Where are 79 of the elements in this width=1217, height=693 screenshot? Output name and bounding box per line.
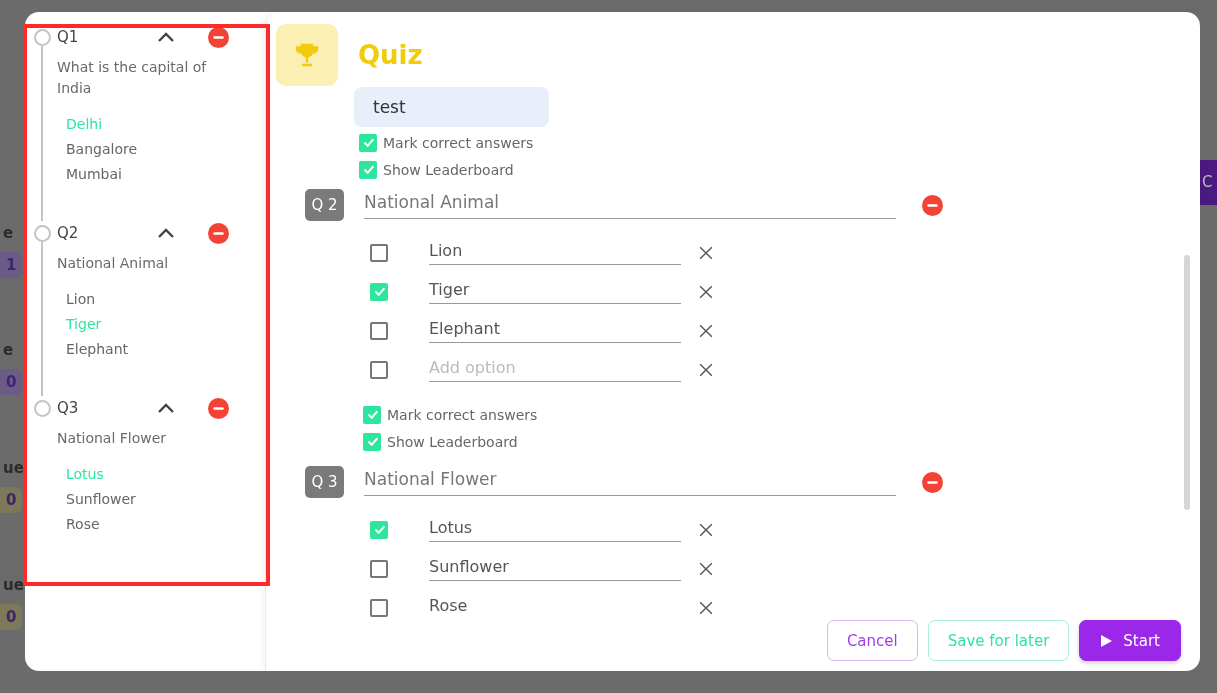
- option-text: Sunflower: [66, 490, 136, 509]
- option-text: Bangalore: [66, 140, 138, 159]
- remove-icon[interactable]: [922, 194, 943, 216]
- question-field[interactable]: National Flower: [364, 468, 896, 496]
- checkbox[interactable]: [370, 559, 388, 578]
- quiz-title: Quiz: [358, 40, 423, 70]
- timeline-node: [34, 400, 51, 417]
- checkmark-icon: [361, 163, 375, 176]
- count-badge: 0: [0, 369, 22, 396]
- name-field[interactable]: test: [354, 87, 549, 127]
- chevron-icon[interactable]: [157, 31, 175, 43]
- question-label: Q3: [57, 399, 80, 417]
- checkmark-icon: [365, 408, 379, 421]
- option-text: Mumbai: [66, 165, 122, 184]
- scrollbar[interactable]: [1184, 255, 1190, 510]
- play-icon: [1100, 633, 1114, 648]
- chevron-icon[interactable]: [157, 227, 175, 239]
- remove-icon[interactable]: [208, 26, 229, 48]
- question-text: What is the capital of India: [57, 58, 208, 98]
- question-number: Q 2: [305, 189, 344, 221]
- question-field[interactable]: National Animal: [364, 191, 896, 219]
- checkbox-label: Show Leaderboard: [387, 433, 518, 450]
- action-button[interactable]: Cancel: [826, 620, 918, 661]
- option-field[interactable]: Elephant: [429, 318, 681, 343]
- checkbox-label: Show Leaderboard: [383, 161, 514, 178]
- checkbox[interactable]: [370, 282, 388, 301]
- checkbox[interactable]: [363, 405, 381, 424]
- question-number: Q 3: [305, 466, 344, 498]
- option-field[interactable]: Add option: [429, 357, 681, 382]
- checkbox[interactable]: [359, 133, 377, 152]
- option-field[interactable]: Sunflower: [429, 556, 681, 581]
- checkbox[interactable]: [370, 520, 388, 539]
- background-text: e: [2, 224, 14, 244]
- question-text: National Flower: [57, 429, 168, 448]
- background-text: ue: [2, 458, 24, 479]
- option-field[interactable]: Lotus: [429, 517, 681, 542]
- checkbox-label: Mark correct answers: [387, 406, 538, 423]
- timeline-node: [34, 29, 51, 46]
- checkbox-label: Mark correct answers: [383, 134, 534, 151]
- option-field[interactable]: Lion: [429, 240, 681, 265]
- question-label: Q1: [57, 28, 80, 46]
- option-text: Elephant: [66, 340, 129, 359]
- remove-icon[interactable]: [922, 471, 943, 493]
- background-text: ue: [2, 575, 24, 596]
- option-field[interactable]: Tiger: [429, 279, 681, 304]
- close-icon[interactable]: [699, 561, 713, 576]
- close-icon[interactable]: [699, 284, 713, 299]
- option-text: Tiger: [66, 315, 102, 334]
- checkbox[interactable]: [370, 598, 388, 617]
- close-icon[interactable]: [699, 323, 713, 338]
- question-text: National Animal: [57, 254, 170, 273]
- checkbox[interactable]: [370, 321, 388, 340]
- remove-icon[interactable]: [208, 222, 229, 244]
- checkbox[interactable]: [370, 360, 388, 379]
- checkmark-icon: [372, 523, 386, 536]
- option-text: Rose: [66, 515, 100, 534]
- checkmark-icon: [372, 285, 386, 298]
- checkbox[interactable]: [363, 432, 381, 451]
- action-button[interactable]: Start: [1079, 620, 1181, 661]
- close-icon[interactable]: [699, 362, 713, 377]
- option-text: Delhi: [66, 115, 103, 134]
- timeline-node: [34, 225, 51, 242]
- checkbox[interactable]: [359, 160, 377, 179]
- background-text: e: [2, 341, 14, 362]
- chevron-icon[interactable]: [157, 402, 175, 414]
- close-icon[interactable]: [699, 245, 713, 260]
- close-icon[interactable]: [699, 522, 713, 537]
- remove-icon[interactable]: [208, 397, 229, 419]
- count-badge: 1: [0, 252, 22, 278]
- option-field[interactable]: Rose: [429, 595, 681, 618]
- count-badge: 0: [0, 486, 22, 513]
- checkmark-icon: [365, 435, 379, 448]
- close-icon[interactable]: [699, 600, 713, 615]
- option-text: Lion: [66, 290, 96, 309]
- option-text: Lotus: [66, 465, 104, 484]
- question-label: Q2: [57, 224, 80, 242]
- count-badge: 0: [0, 603, 22, 630]
- checkbox[interactable]: [370, 243, 388, 262]
- checkmark-icon: [361, 136, 375, 149]
